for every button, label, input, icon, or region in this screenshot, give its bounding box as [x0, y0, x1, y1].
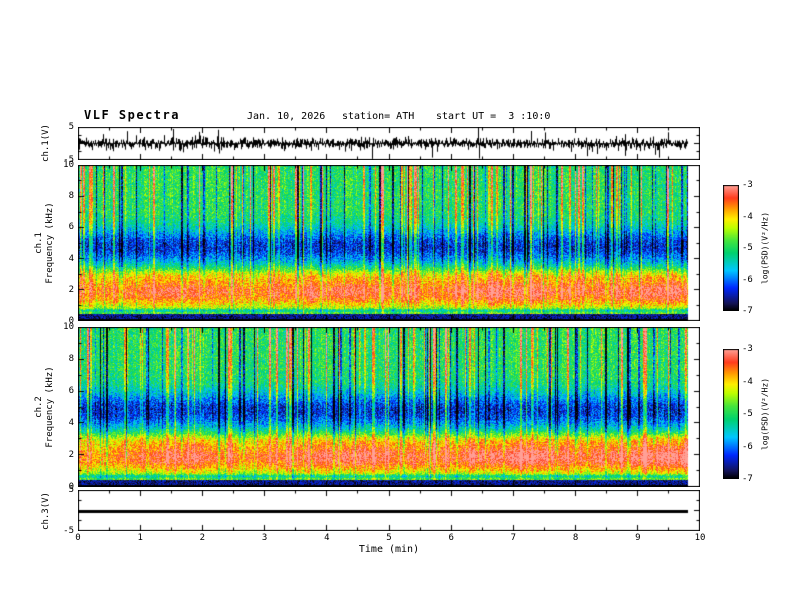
- frequency-tick-label: 4: [68, 418, 74, 428]
- time-tick-label: 7: [510, 533, 517, 543]
- frequency-tick-label: 10: [63, 322, 74, 332]
- psd-tick-label: -7: [742, 474, 753, 484]
- frequency-tick-label: 2: [68, 450, 74, 460]
- psd-tick-label: -3: [742, 344, 753, 354]
- voltage-tick-label: 5: [68, 122, 74, 132]
- time-tick-label: 2: [199, 533, 206, 543]
- ch3-voltage-axis-label: ch.3(V): [41, 492, 51, 530]
- psd-tick-label: -6: [742, 441, 753, 452]
- ch1-frequency-axis-label: ch.1 Frequency (kHz): [34, 202, 56, 283]
- ch3-waveform-plot: [78, 490, 700, 531]
- voltage-tick-label: -5: [63, 155, 74, 165]
- time-tick-label: 8: [572, 533, 579, 543]
- colorbar-ch1-label: log(PSD)(V²/Hz): [760, 211, 770, 285]
- frequency-tick-label: 6: [68, 222, 74, 233]
- time-tick-label: 9: [635, 533, 641, 543]
- time-tick-label: 3: [261, 533, 268, 543]
- time-tick-label: 10: [694, 533, 706, 543]
- ch2-spectrogram-plot: [78, 327, 700, 487]
- frequency-tick-label: 8: [68, 354, 74, 364]
- psd-tick-label: -5: [742, 243, 753, 253]
- figure-title: VLF Spectra: [84, 108, 180, 122]
- start-ut-label: start UT = 3 :10:0: [436, 111, 551, 122]
- channel-label: ch.1: [34, 232, 44, 254]
- colorbar-ch2: [723, 349, 739, 479]
- psd-tick-label: -7: [742, 306, 753, 316]
- channel-label: ch.2: [34, 396, 44, 418]
- ch1-waveform-plot: [78, 127, 700, 160]
- psd-tick-label: -5: [742, 409, 753, 419]
- psd-tick-label: -6: [742, 274, 753, 285]
- time-axis-label: Time (min): [358, 544, 420, 555]
- time-tick-label: 5: [386, 533, 392, 543]
- ch1-spectrogram-plot: [78, 165, 700, 321]
- colorbar-ch2-label: log(PSD)(V²/Hz): [760, 377, 770, 451]
- frequency-tick-label: 8: [68, 191, 74, 202]
- frequency-tick-label: 2: [68, 284, 74, 295]
- ch2-frequency-axis-label: ch.2 Frequency (kHz): [34, 366, 56, 447]
- voltage-tick-label: 5: [68, 485, 74, 495]
- frequency-axis-label-text: Frequency (kHz): [45, 202, 55, 284]
- frequency-tick-label: 6: [68, 386, 74, 396]
- voltage-tick-label: -5: [63, 526, 74, 536]
- psd-tick-label: -4: [742, 376, 753, 387]
- frequency-tick-label: 4: [68, 253, 74, 264]
- frequency-axis-label-text: Frequency (kHz): [45, 366, 55, 448]
- colorbar-ch1: [723, 185, 739, 311]
- psd-tick-label: -3: [742, 180, 753, 190]
- vlf-spectra-figure: VLF Spectra Jan. 10, 2026 station= ATH s…: [0, 0, 792, 612]
- time-tick-label: 1: [137, 533, 143, 543]
- psd-tick-label: -4: [742, 211, 753, 222]
- date-label: Jan. 10, 2026: [247, 111, 326, 122]
- time-tick-label: 4: [324, 533, 330, 543]
- time-tick-label: 6: [448, 533, 454, 543]
- station-label: station= ATH: [342, 111, 415, 122]
